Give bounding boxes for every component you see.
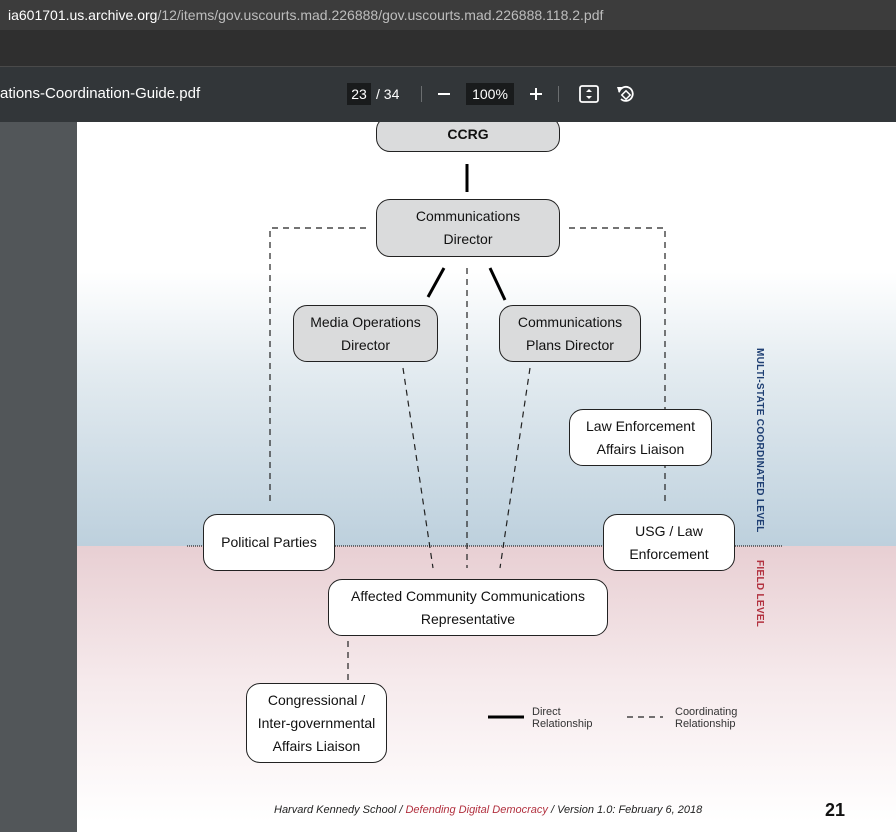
legend-label: Relationship (532, 718, 593, 730)
multi-state-level-label: MULTI-STATE COORDINATED LEVEL (754, 348, 765, 533)
fit-page-icon (579, 85, 599, 103)
node-label: Affected Community Communications (351, 587, 585, 604)
plus-icon (530, 88, 542, 100)
toolbar-divider (421, 86, 422, 102)
node-label: Enforcement (629, 545, 709, 562)
footer-org: Harvard Kennedy School / (274, 804, 406, 816)
affected-community-representative-box: Affected Community Communications Repres… (328, 579, 608, 636)
ccrg-label: CCRG (447, 125, 489, 142)
node-label: Law Enforcement (586, 417, 695, 434)
page-total: / 34 (376, 86, 400, 102)
political-parties-box: Political Parties (203, 514, 335, 571)
law-enforcement-liaison-box: Law Enforcement Affairs Liaison (569, 409, 712, 466)
legend-label: Relationship (675, 718, 736, 730)
rotate-button[interactable] (612, 81, 638, 107)
node-label: Director (340, 336, 390, 353)
node-label: Congressional / (267, 691, 366, 708)
zoom-level-input[interactable]: 100% (466, 83, 514, 105)
node-label: Communications (415, 208, 521, 224)
legend-direct: Direct Relationship (532, 706, 593, 730)
node-label: Representative (420, 610, 516, 627)
communications-plans-director-box: Communications Plans Director (499, 305, 641, 362)
page-number: 21 (825, 800, 846, 820)
browser-strip (0, 30, 896, 67)
legend-label: Direct (532, 706, 561, 718)
node-label: Affairs Liaison (272, 737, 361, 754)
node-label: Plans Director (526, 336, 614, 353)
url-path: /12/items/gov.uscourts.mad.226888/gov.us… (157, 7, 604, 23)
url-host: ia601701.us.archive.org (8, 7, 158, 23)
zoom-in-button[interactable] (523, 81, 549, 107)
minus-icon (438, 93, 450, 95)
address-bar[interactable]: ia601701.us.archive.org/12/items/gov.usc… (0, 0, 896, 30)
media-operations-director-box: Media Operations Director (293, 305, 438, 362)
legend-coordinating: Coordinating Relationship (675, 706, 737, 730)
zoom-out-button[interactable] (431, 81, 457, 107)
field-level-label: FIELD LEVEL (754, 560, 765, 628)
ccrg-box: CCRG (376, 122, 560, 152)
footer-highlight: Defending Digital Democracy (405, 804, 548, 816)
usg-law-enforcement-box: USG / Law Enforcement (603, 514, 735, 571)
node-label: Inter-governmental (257, 714, 376, 731)
page-number-input[interactable]: 23 (347, 83, 371, 105)
toolbar-divider (558, 86, 559, 102)
footer-version: / Version 1.0: February 6, 2018 (547, 804, 703, 816)
rotate-icon (617, 85, 634, 102)
node-label: Media Operations (310, 313, 421, 330)
node-label: Communications (517, 313, 623, 330)
congressional-liaison-box: Congressional / Inter-governmental Affai… (246, 683, 387, 763)
file-title: ations-Coordination-Guide.pdf (0, 85, 201, 102)
page-footer: Harvard Kennedy School / Defending Digit… (274, 804, 702, 816)
legend-label: Coordinating (675, 706, 738, 718)
node-label: Political Parties (221, 534, 317, 550)
pdf-toolbar: ations-Coordination-Guide.pdf 23 / 34 10… (0, 67, 896, 122)
communications-director-box: Communications Director (376, 199, 560, 257)
fit-page-button[interactable] (576, 81, 602, 107)
node-label: Affairs Liaison (596, 440, 685, 457)
node-label: Director (443, 231, 493, 247)
pdf-page: CCRG Communications Director Media Opera… (77, 122, 896, 832)
node-label: USG / Law (635, 522, 703, 539)
